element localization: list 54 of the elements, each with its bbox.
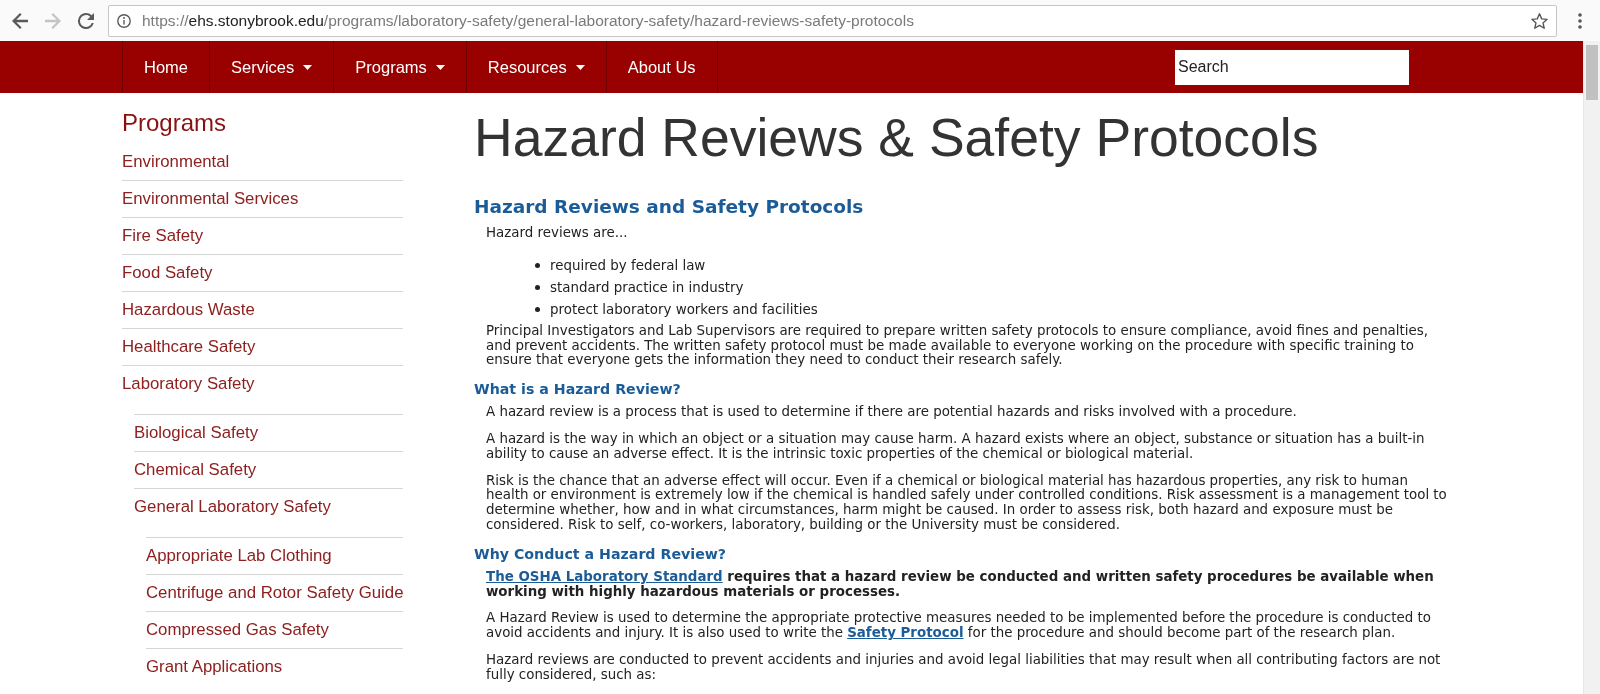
- nav-link[interactable]: Home: [122, 41, 209, 93]
- caret-icon: [303, 64, 313, 70]
- nav-link[interactable]: About Us: [605, 41, 718, 93]
- caret-icon: [575, 64, 585, 70]
- link[interactable]: Safety Protocol: [847, 625, 964, 641]
- sidebar-link[interactable]: Environmental Services: [122, 181, 403, 217]
- right-arrow-icon: [45, 12, 61, 29]
- sidebar-link[interactable]: Biological Safety: [134, 415, 403, 451]
- sidebar-link[interactable]: Environmental: [122, 144, 403, 180]
- sidebar-link[interactable]: Centrifuge and Rotor Safety Guide: [146, 575, 403, 611]
- paragraph: A hazard is the way in which an object or a situation may cause harm. A hazard exists where an object, substance or situation has a built-in ability to cause an adverse effect. It is the intrinsic toxic properties of the chemical or biological material.: [486, 432, 1426, 462]
- scrollbar-thumb[interactable]: [1586, 45, 1598, 100]
- link[interactable]: The OSHA Laboratory Standard: [486, 568, 723, 584]
- paragraph: The OSHA Laboratory Standard requires that a hazard review be conducted and written safety procedures be available when working with highly hazardous materials or processes.: [486, 569, 1435, 600]
- sidebar-link[interactable]: Compressed Gas Safety: [146, 612, 403, 648]
- paragraph: Risk is the chance that an adverse effect will occur. Even if a chemical or biological material has hazardous properties, any risk to human health or environment is extremely low if the chemical is handled safely under controlled conditions. Risk assessment is a management tool to determine whether, how and in what circumstances, harm might be caused. In order to assess risk, both hazard and exposure must be considered. Risk to self, co-workers, laboratory, building or the University must be considered.: [486, 473, 1448, 533]
- left-arrow-icon: [12, 12, 28, 29]
- paragraph: Principal Investigators and Lab Supervisors are required to prepare written safety protocols to ensure compliance, avoid fines and penalties, and prevent accidents. The written safety protocol must be made available to everyone working on the procedure with specific training to ensure that everyone gets the information they need to conduct their research safely.: [486, 323, 1429, 369]
- sidebar-link[interactable]: Healthcare Safety: [122, 329, 403, 365]
- caret-icon: [435, 64, 445, 70]
- sidebar-link[interactable]: Appropriate Lab Clothing: [146, 538, 403, 574]
- sidebar-link[interactable]: Fire Safety: [122, 218, 403, 254]
- list-item: required by federal law: [550, 256, 706, 275]
- page-title: Hazard Reviews & Safety Protocols: [474, 108, 1320, 168]
- search-field[interactable]: Search: [1175, 49, 1409, 85]
- nav-link[interactable]: Services: [209, 41, 334, 93]
- sidebar-link[interactable]: Grant Applications: [146, 649, 403, 685]
- info-icon[interactable]: [117, 13, 131, 28]
- paragraph: A hazard review is a process that is used to determine if there are potential hazards and risks involved with a procedure.: [486, 405, 1298, 420]
- menu-icon[interactable]: [1578, 12, 1582, 29]
- scrollbar[interactable]: [1583, 41, 1600, 694]
- paragraph: A Hazard Review is used to determine the appropriate protective measures needed to be implemented before the procedure is conducted to avoid accidents and injury. It is also used to write the Safety Protocol for the procedure and should become part of the research plan.: [486, 611, 1432, 641]
- subheading: Why Conduct a Hazard Review?: [474, 544, 728, 564]
- paragraph: Hazard reviews are...: [486, 226, 629, 241]
- star-icon[interactable]: [1531, 12, 1548, 29]
- paragraph: Hazard reviews are conducted to prevent accidents and injuries and avoid legal liabilities that may result when all contributing factors are not fully considered, such as:: [486, 652, 1442, 683]
- sidebar-heading: Programs: [122, 109, 228, 137]
- list-item: protect laboratory workers and facilities: [550, 300, 818, 319]
- bullet-icon: [535, 307, 540, 313]
- reload-icon: [78, 12, 94, 29]
- sidebar-link[interactable]: Laboratory Safety: [122, 366, 403, 402]
- url-text: https://ehs.stonybrook.edu/programs/laboratory-safety/general-laboratory-safety/hazard-reviews-safety-protocols: [142, 11, 914, 30]
- list-item: standard practice in industry: [550, 278, 744, 297]
- nav-link[interactable]: Resources: [465, 41, 606, 93]
- sidebar-link[interactable]: General Laboratory Safety: [134, 489, 403, 525]
- bullet-icon: [535, 263, 540, 269]
- sidebar-link[interactable]: Hazardous Waste: [122, 292, 403, 328]
- sidebar-link[interactable]: Food Safety: [122, 255, 403, 291]
- nav-link[interactable]: Programs: [333, 41, 466, 93]
- address-bar[interactable]: https://ehs.stonybrook.edu/programs/laboratory-safety/general-laboratory-safety/hazard-reviews-safety-protocols: [108, 4, 1557, 37]
- sidebar-link[interactable]: Chemical Safety: [134, 452, 403, 488]
- subheading: What is a Hazard Review?: [474, 380, 682, 400]
- bullet-icon: [535, 285, 540, 291]
- section-heading: Hazard Reviews and Safety Protocols: [474, 195, 865, 218]
